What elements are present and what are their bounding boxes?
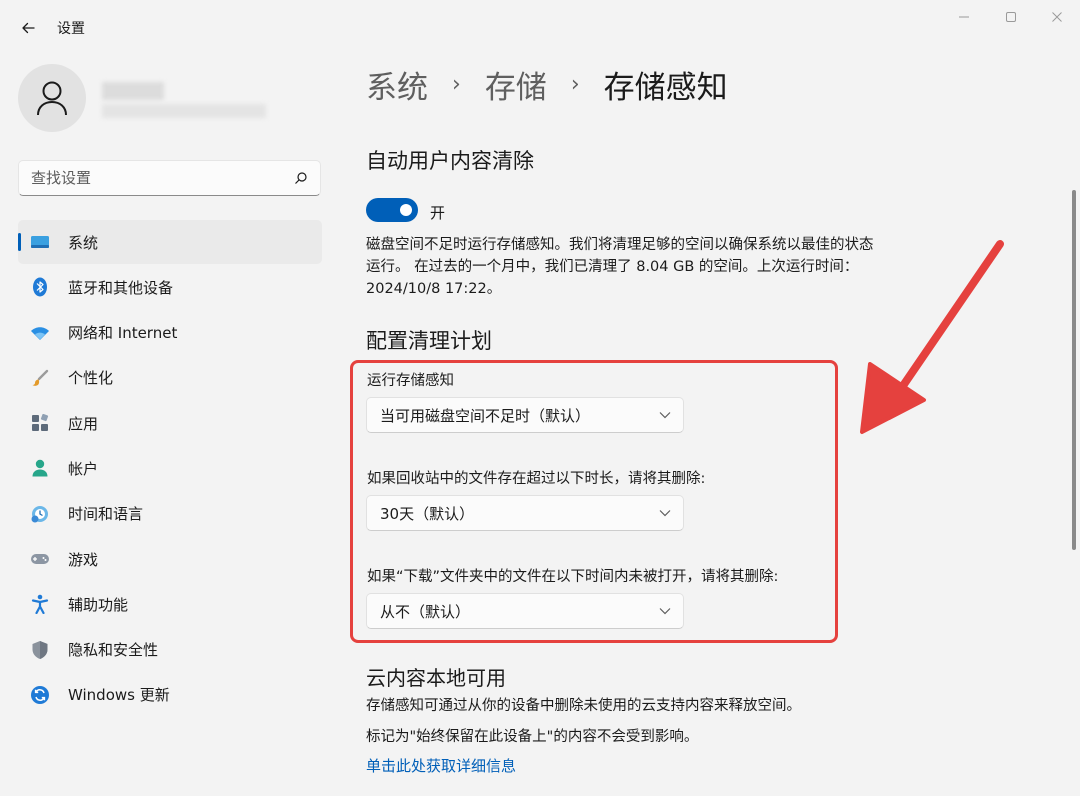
section-heading-auto-cleanup: 自动用户内容清除 (366, 149, 534, 173)
minimize-icon (959, 16, 969, 18)
sidebar-item-label: 时间和语言 (68, 505, 144, 524)
time-language-icon (30, 504, 50, 524)
section-heading-cloud: 云内容本地可用 (366, 666, 506, 690)
account-icon (30, 458, 50, 478)
cloud-description-2: 标记为"始终保留在此设备上"的内容不会受到影响。 (366, 729, 699, 745)
breadcrumb: 系统 › 存储 › 存储感知 (366, 62, 728, 107)
sidebar-item-label: 系统 (68, 233, 99, 252)
sidebar-item-accounts[interactable]: 帐户 (18, 446, 322, 490)
bluetooth-icon (30, 277, 50, 297)
storage-sense-toggle[interactable] (366, 198, 418, 222)
person-icon (37, 81, 67, 116)
sidebar-item-label: Windows 更新 (68, 686, 170, 705)
annotation-arrow-icon (860, 240, 1004, 434)
search-icon[interactable] (294, 171, 308, 185)
brush-icon (30, 368, 50, 388)
breadcrumb-system[interactable]: 系统 (366, 62, 428, 107)
sidebar-item-label: 网络和 Internet (68, 324, 178, 343)
cloud-description-1: 存储感知可通过从你的设备中删除未使用的云支持内容来释放空间。 (366, 698, 801, 714)
update-icon (30, 685, 50, 705)
annotation-highlight-box (350, 360, 838, 643)
sidebar-item-label: 隐私和安全性 (68, 641, 159, 660)
sidebar-item-label: 蓝牙和其他设备 (68, 278, 174, 297)
sidebar-item-label: 帐户 (68, 459, 99, 478)
search-input[interactable] (31, 169, 294, 187)
maximize-button[interactable] (988, 6, 1034, 28)
sidebar-item-label: 个性化 (68, 369, 114, 388)
user-name-redacted (102, 82, 164, 100)
toggle-state-label: 开 (430, 204, 446, 222)
accessibility-icon (30, 594, 50, 615)
back-button[interactable] (14, 14, 42, 42)
user-email-redacted (102, 104, 266, 118)
avatar[interactable] (18, 64, 86, 132)
apps-icon (30, 413, 50, 433)
sidebar-item-personalization[interactable]: 个性化 (18, 356, 322, 400)
sidebar-item-label: 应用 (68, 414, 99, 433)
learn-more-link[interactable]: 单击此处获取详细信息 (366, 755, 516, 776)
sidebar-item-label: 游戏 (68, 550, 99, 569)
page-title: 存储感知 (603, 70, 728, 106)
maximize-icon (1006, 12, 1016, 22)
search-box[interactable] (18, 160, 321, 196)
sidebar-item-accessibility[interactable]: 辅助功能 (18, 582, 322, 626)
arrow-left-icon (22, 22, 35, 34)
sidebar-item-windows-update[interactable]: Windows 更新 (18, 673, 322, 717)
scrollbar-thumb[interactable] (1072, 190, 1076, 550)
chevron-right-icon: › (452, 72, 461, 97)
minimize-button[interactable] (941, 6, 987, 28)
chevron-right-icon: › (570, 72, 580, 97)
sidebar-item-gaming[interactable]: 游戏 (18, 537, 322, 581)
sidebar-item-time-language[interactable]: 时间和语言 (18, 492, 322, 536)
close-button[interactable] (1034, 6, 1080, 28)
shield-icon (30, 640, 50, 660)
sidebar-item-bluetooth[interactable]: 蓝牙和其他设备 (18, 265, 322, 309)
breadcrumb-storage[interactable]: 存储 (485, 62, 547, 107)
sidebar-item-label: 辅助功能 (68, 595, 129, 614)
wifi-icon (30, 323, 50, 343)
system-icon (30, 232, 50, 252)
auto-cleanup-description: 磁盘空间不足时运行存储感知。我们将清理足够的空间以确保系统以最佳的状态运行。 在… (366, 237, 874, 297)
sidebar-item-network[interactable]: 网络和 Internet (18, 311, 322, 355)
gamepad-icon (30, 549, 50, 569)
close-icon (1052, 12, 1062, 22)
sidebar-nav: 系统 蓝牙和其他设备 网络和 Internet 个性化 应用 帐户 时间和语言 … (18, 220, 322, 718)
sidebar-item-apps[interactable]: 应用 (18, 401, 322, 445)
app-title: 设置 (57, 21, 85, 37)
section-heading-schedule: 配置清理计划 (366, 329, 492, 353)
sidebar-item-system[interactable]: 系统 (18, 220, 322, 264)
sidebar-item-privacy[interactable]: 隐私和安全性 (18, 628, 322, 672)
